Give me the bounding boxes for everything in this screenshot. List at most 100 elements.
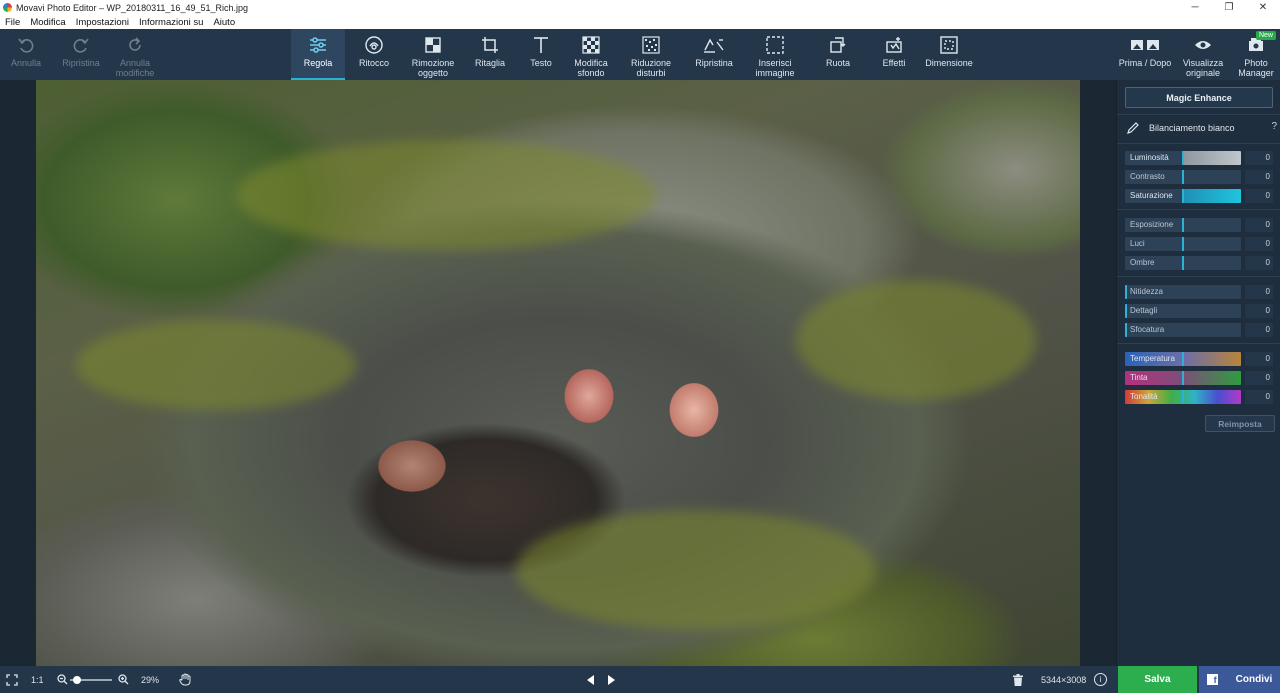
slider-value[interactable]: 0: [1245, 371, 1273, 385]
zoom-slider-handle[interactable]: [73, 675, 81, 684]
slider-label: Sfocatura: [1130, 325, 1165, 334]
slider-track[interactable]: Saturazione: [1125, 189, 1241, 203]
slider-handle[interactable]: [1182, 151, 1184, 165]
slider-row[interactable]: Sfocatura 0: [1125, 323, 1275, 337]
tool-dimensione[interactable]: Dimensione: [922, 29, 976, 80]
slider-value[interactable]: 0: [1245, 170, 1273, 184]
share-button[interactable]: f Condivi: [1199, 666, 1280, 693]
slider-row[interactable]: Tonalità 0: [1125, 390, 1275, 404]
help-icon[interactable]: ?: [1271, 121, 1277, 132]
zoom-in-icon[interactable]: [118, 666, 129, 693]
slider-track[interactable]: Tonalità: [1125, 390, 1241, 404]
tool-effetti[interactable]: Effetti: [872, 29, 916, 80]
zoom-out-icon[interactable]: [57, 666, 68, 693]
reset-button[interactable]: Reimposta: [1205, 415, 1275, 432]
rotate-icon: [829, 34, 847, 56]
tool-rimozione-oggetto[interactable]: Rimozione oggetto: [406, 29, 460, 80]
slider-label: Tinta: [1130, 373, 1148, 382]
slider-value[interactable]: 0: [1245, 304, 1273, 318]
minimize-button[interactable]: ─: [1178, 0, 1212, 15]
zoom-slider[interactable]: [70, 666, 112, 693]
white-balance-label: Bilanciamento bianco: [1149, 123, 1235, 133]
tool-ritocco[interactable]: Ritocco: [350, 29, 398, 80]
slider-value[interactable]: 0: [1245, 151, 1273, 165]
slider-value[interactable]: 0: [1245, 390, 1273, 404]
trash-icon[interactable]: [1013, 666, 1023, 693]
slider-handle[interactable]: [1182, 218, 1184, 232]
slider-track[interactable]: Dettagli: [1125, 304, 1241, 318]
menu-aiuto[interactable]: Aiuto: [213, 17, 235, 28]
info-icon[interactable]: i: [1094, 666, 1107, 693]
slider-track[interactable]: Contrasto: [1125, 170, 1241, 184]
menu-file[interactable]: File: [5, 17, 20, 28]
zoom-level: 29%: [141, 674, 160, 685]
slider-track[interactable]: Nitidezza: [1125, 285, 1241, 299]
slider-handle[interactable]: [1182, 189, 1184, 203]
undo-button[interactable]: Annulla: [4, 29, 48, 80]
before-after-label: Prima / Dopo: [1118, 58, 1172, 68]
slider-handle[interactable]: [1182, 170, 1184, 184]
slider-handle[interactable]: [1182, 390, 1184, 404]
slider-track[interactable]: Tinta: [1125, 371, 1241, 385]
tool-ripristina[interactable]: Ripristina: [688, 29, 740, 80]
tool-riduzione-disturbi[interactable]: Riduzione disturbi: [624, 29, 678, 80]
eyedropper-icon[interactable]: [1127, 122, 1139, 134]
slider-row[interactable]: Contrasto 0: [1125, 170, 1275, 184]
slider-row[interactable]: Esposizione 0: [1125, 218, 1275, 232]
before-after-button[interactable]: Prima / Dopo: [1116, 29, 1174, 80]
redo-button[interactable]: Ripristina: [56, 29, 106, 80]
menu-informazioni[interactable]: Informazioni su: [139, 17, 203, 28]
tool-modifica-sfondo[interactable]: Modifica sfondo: [566, 29, 616, 80]
slider-value[interactable]: 0: [1245, 352, 1273, 366]
tool-ritaglia[interactable]: Ritaglia: [466, 29, 514, 80]
menu-modifica[interactable]: Modifica: [30, 17, 65, 28]
tool-ruota[interactable]: Ruota: [816, 29, 860, 80]
view-original-button[interactable]: Visualizza originale: [1178, 29, 1228, 80]
slider-row[interactable]: Luminosità 0: [1125, 151, 1275, 165]
white-balance-row[interactable]: Bilanciamento bianco ?: [1127, 121, 1277, 135]
undo-all-button[interactable]: Annulla modifiche: [110, 29, 160, 80]
photo-canvas[interactable]: [36, 80, 1080, 666]
fit-screen-icon[interactable]: [6, 666, 20, 693]
save-button[interactable]: Salva: [1118, 666, 1197, 693]
hand-tool-icon[interactable]: [179, 666, 191, 693]
magic-enhance-button[interactable]: Magic Enhance: [1125, 87, 1273, 108]
slider-row[interactable]: Tinta 0: [1125, 371, 1275, 385]
slider-row[interactable]: Dettagli 0: [1125, 304, 1275, 318]
slider-value[interactable]: 0: [1245, 237, 1273, 251]
slider-track[interactable]: Temperatura: [1125, 352, 1241, 366]
next-image-icon[interactable]: [607, 666, 615, 693]
slider-row[interactable]: Luci 0: [1125, 237, 1275, 251]
menu-impostazioni[interactable]: Impostazioni: [76, 17, 129, 28]
prev-image-icon[interactable]: [587, 666, 595, 693]
close-button[interactable]: ✕: [1246, 0, 1280, 15]
slider-row[interactable]: Ombre 0: [1125, 256, 1275, 270]
slider-track[interactable]: Esposizione: [1125, 218, 1241, 232]
tool-inserisci-immagine[interactable]: Inserisci immagine: [748, 29, 802, 80]
slider-value[interactable]: 0: [1245, 189, 1273, 203]
slider-handle[interactable]: [1182, 256, 1184, 270]
tool-testo[interactable]: Testo: [518, 29, 564, 80]
slider-handle[interactable]: [1182, 237, 1184, 251]
slider-handle[interactable]: [1182, 352, 1184, 366]
slider-value[interactable]: 0: [1245, 323, 1273, 337]
slider-track[interactable]: Luminosità: [1125, 151, 1241, 165]
slider-handle[interactable]: [1125, 304, 1127, 318]
slider-track[interactable]: Ombre: [1125, 256, 1241, 270]
slider-row[interactable]: Saturazione 0: [1125, 189, 1275, 203]
slider-handle[interactable]: [1125, 323, 1127, 337]
slider-handle[interactable]: [1125, 285, 1127, 299]
tool-regola[interactable]: Regola: [291, 29, 345, 80]
photo-manager-button[interactable]: New Photo Manager: [1232, 29, 1280, 80]
slider-row[interactable]: Temperatura 0: [1125, 352, 1275, 366]
slider-track[interactable]: Luci: [1125, 237, 1241, 251]
slider-value[interactable]: 0: [1245, 256, 1273, 270]
tool-regola-label: Regola: [303, 58, 333, 68]
slider-track[interactable]: Sfocatura: [1125, 323, 1241, 337]
restore-button[interactable]: ❐: [1212, 0, 1246, 15]
slider-row[interactable]: Nitidezza 0: [1125, 285, 1275, 299]
slider-handle[interactable]: [1182, 371, 1184, 385]
actual-size-button[interactable]: 1:1: [31, 666, 44, 693]
slider-value[interactable]: 0: [1245, 285, 1273, 299]
slider-value[interactable]: 0: [1245, 218, 1273, 232]
